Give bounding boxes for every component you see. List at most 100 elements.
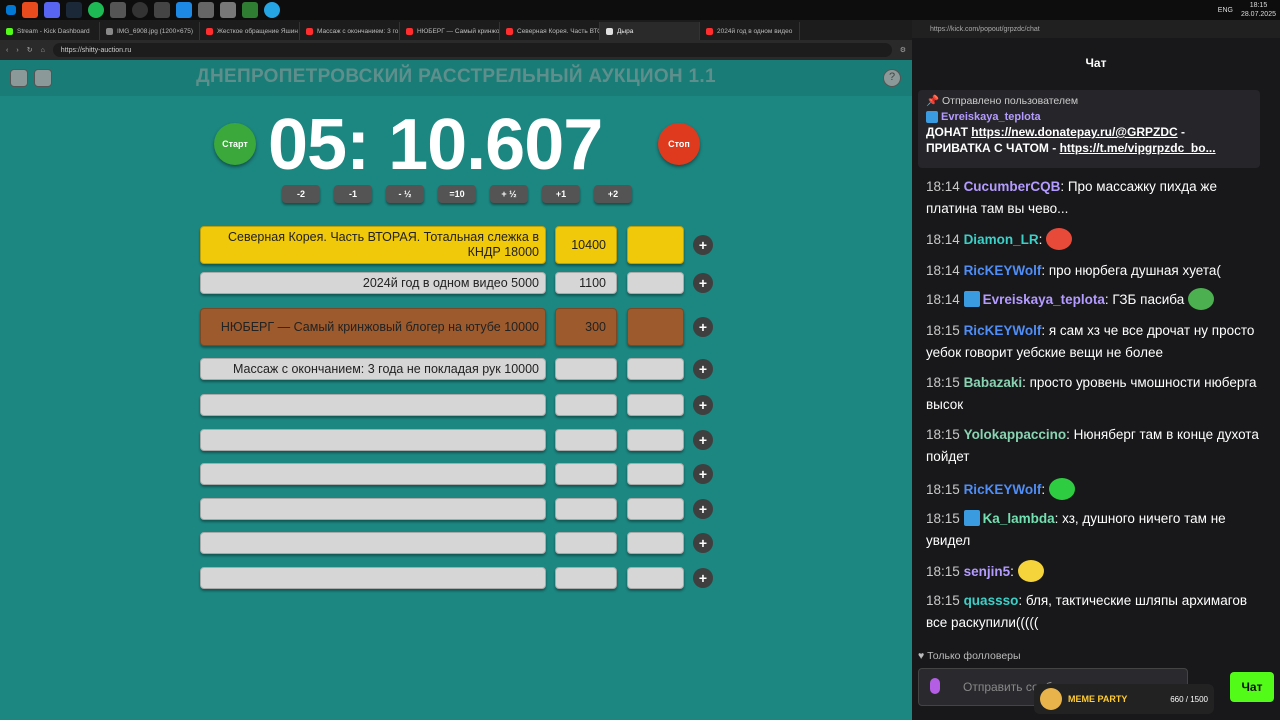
lot-amount-field[interactable]: 300 [555, 308, 617, 346]
windows-start-icon[interactable] [6, 5, 16, 15]
message-username[interactable]: Ka_lambda [983, 511, 1055, 526]
browser-tab[interactable]: IMG_6908.jpg (1200×675) [100, 22, 200, 40]
app-icon[interactable] [110, 2, 126, 18]
time-adjust-button[interactable]: -1 [334, 185, 372, 203]
message-username[interactable]: CucumberCQB [964, 179, 1061, 194]
time-adjust-button[interactable]: =10 [438, 185, 476, 203]
meme-party-label: MEME PARTY [1068, 694, 1128, 704]
message-username[interactable]: quassso [964, 593, 1019, 608]
message-username[interactable]: Diamon_LR [964, 232, 1039, 247]
lot-add-amount-field[interactable] [627, 358, 684, 380]
browser-tab[interactable]: Дыра [600, 22, 700, 40]
add-amount-button[interactable]: + [693, 533, 713, 554]
lot-amount-field[interactable] [555, 394, 617, 416]
add-amount-button[interactable]: + [693, 317, 713, 337]
lot-name-field[interactable]: Массаж с окончанием: 3 года не покладая … [200, 358, 546, 380]
message-username[interactable]: Evreiskaya_teplota [983, 292, 1105, 307]
obs-icon[interactable] [132, 2, 148, 18]
telegram-link[interactable]: https://t.me/vipgrpzdc_bo... [1060, 141, 1216, 155]
message-username[interactable]: senjin5 [964, 564, 1011, 579]
start-button[interactable]: Старт [214, 123, 256, 165]
donate-link[interactable]: https://new.donatepay.ru/@GRPZDC [971, 125, 1177, 139]
lot-amount-field[interactable]: 10400 [555, 226, 617, 264]
lot-name-field[interactable] [200, 463, 546, 486]
lot-name-field[interactable]: 2024й год в одном видео 5000 [200, 272, 546, 294]
lot-amount-field[interactable] [555, 428, 617, 451]
message-username[interactable]: RicKEYWolf [964, 263, 1042, 278]
lot-name-field[interactable]: Северная Корея. Часть ВТОРАЯ. Тотальная … [200, 226, 546, 264]
telegram-icon[interactable] [264, 2, 280, 18]
time-adjust-button[interactable]: -2 [282, 185, 320, 203]
stop-button[interactable]: Стоп [658, 123, 700, 165]
message-username[interactable]: RicKEYWolf [964, 482, 1042, 497]
add-amount-button[interactable]: + [693, 359, 713, 379]
back-icon[interactable]: ‹ [6, 47, 8, 54]
time-adjust-button[interactable]: - ½ [386, 185, 424, 203]
tool2-icon[interactable] [220, 2, 236, 18]
lot-add-amount-field[interactable] [627, 428, 684, 451]
home-icon[interactable]: ⌂ [41, 47, 45, 54]
lot-amount-field[interactable] [555, 497, 617, 520]
forward-icon[interactable]: › [16, 47, 18, 54]
browser-tab[interactable]: 2024й год в одном видео [700, 22, 800, 40]
browser-tab[interactable]: Жесткое обращение Яшин [200, 22, 300, 40]
lot-add-amount-field[interactable] [627, 532, 684, 555]
url-field[interactable]: https://shitty-auction.ru [52, 43, 892, 57]
pinned-user[interactable]: Evreiskaya_teplota [926, 111, 1252, 123]
lot-amount-field[interactable] [555, 463, 617, 486]
brave-icon[interactable] [22, 2, 38, 18]
extensions-icon[interactable]: ⚙ [900, 46, 906, 54]
time-adjust-button[interactable]: +2 [594, 185, 632, 203]
lot-name-field[interactable] [200, 567, 546, 589]
lang-indicator[interactable]: ENG [1218, 7, 1233, 14]
browser-tab[interactable]: Северная Корея. Часть ВТО [500, 22, 600, 40]
chat-send-button[interactable]: Чат [1230, 672, 1274, 702]
time-adjust-button[interactable]: +1 [542, 185, 580, 203]
lot-amount-field[interactable]: 1100 [555, 272, 617, 294]
clock[interactable]: 18:15 28.07.2025 [1241, 1, 1276, 19]
add-amount-button[interactable]: + [693, 273, 713, 293]
lot-amount-text: 300 [585, 320, 606, 334]
lot-name-field[interactable] [200, 497, 546, 520]
add-amount-button[interactable]: + [693, 464, 713, 485]
message-username[interactable]: Yolokappaccino [964, 427, 1067, 442]
lot-add-amount-field[interactable] [627, 308, 684, 346]
reload-icon[interactable]: ↻ [27, 46, 33, 54]
add-amount-button[interactable]: + [693, 568, 713, 588]
lot-name-field[interactable]: НЮБЕРГ — Самый кринжовый блогер на ютубе… [200, 308, 546, 346]
lot-add-amount-field[interactable] [627, 394, 684, 416]
lot-name-field[interactable] [200, 394, 546, 416]
lot-amount-field[interactable] [555, 358, 617, 380]
message-username[interactable]: Babazaki [964, 375, 1023, 390]
add-amount-button[interactable]: + [693, 235, 713, 255]
add-amount-button[interactable]: + [693, 395, 713, 415]
lot-add-amount-field[interactable] [627, 226, 684, 264]
lot-row: 2024й год в одном видео 5000 1100 + [200, 272, 715, 294]
message-username[interactable]: RicKEYWolf [964, 323, 1042, 338]
discord-icon[interactable] [44, 2, 60, 18]
time-adjust-button[interactable]: + ½ [490, 185, 528, 203]
lot-add-amount-field[interactable] [627, 272, 684, 294]
microphone-icon[interactable] [930, 678, 940, 694]
help-icon[interactable]: ? [883, 69, 901, 87]
lot-amount-field[interactable] [555, 532, 617, 555]
player-icon[interactable] [176, 2, 192, 18]
browser-tab[interactable]: Массаж с окончанием: 3 го [300, 22, 400, 40]
add-amount-button[interactable]: + [693, 498, 713, 519]
lot-add-amount-field[interactable] [627, 567, 684, 589]
add-amount-button[interactable]: + [693, 429, 713, 450]
game-icon[interactable] [242, 2, 258, 18]
spotify-icon[interactable] [88, 2, 104, 18]
steam-icon[interactable] [66, 2, 82, 18]
tab-label: Дыра [617, 27, 634, 35]
lot-name-field[interactable] [200, 532, 546, 555]
tool-icon[interactable] [198, 2, 214, 18]
x-icon[interactable] [154, 2, 170, 18]
browser-tab[interactable]: НЮБЕРГ — Самый кринжов [400, 22, 500, 40]
browser-tab[interactable]: Stream - Kick Dashboard [0, 22, 100, 40]
chat-url-text[interactable]: https://kick.com/popout/grpzdc/chat [930, 26, 1040, 33]
lot-name-field[interactable] [200, 428, 546, 451]
lot-amount-field[interactable] [555, 567, 617, 589]
lot-add-amount-field[interactable] [627, 497, 684, 520]
lot-add-amount-field[interactable] [627, 463, 684, 486]
